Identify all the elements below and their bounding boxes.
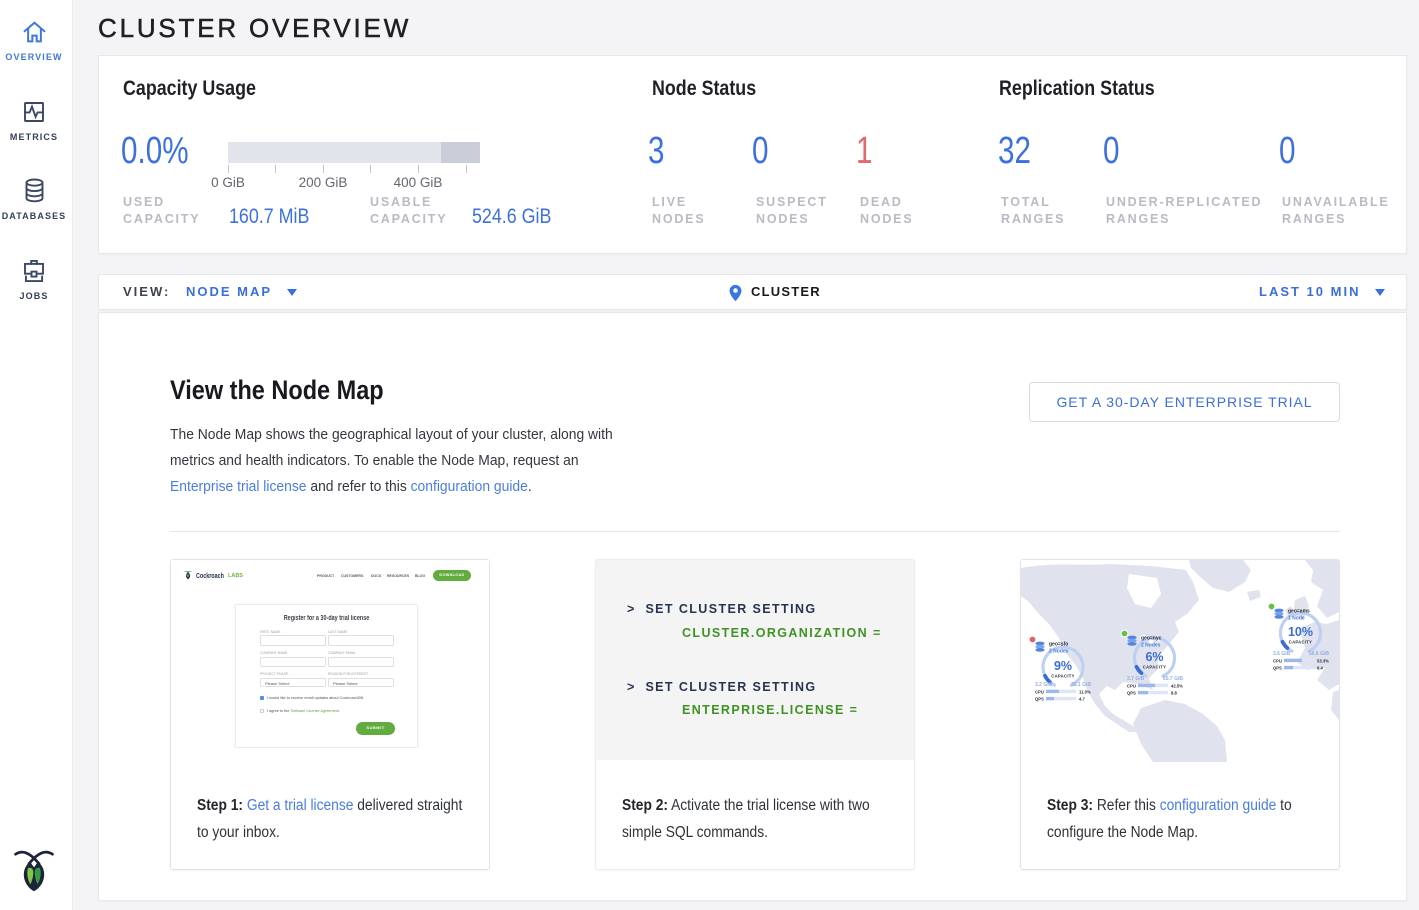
svg-text:6%: 6%: [1145, 650, 1163, 664]
svg-text:3.7 GiB: 3.7 GiB: [1127, 676, 1145, 682]
svg-text:6.4: 6.4: [1317, 666, 1323, 671]
svg-text:53.3%: 53.3%: [1317, 659, 1329, 664]
svg-text:9%: 9%: [1054, 659, 1072, 673]
svg-text:3.6 GiB: 3.6 GiB: [1273, 651, 1291, 657]
svg-text:QPS: QPS: [1035, 697, 1044, 702]
svg-text:geo=sfo: geo=sfo: [1049, 642, 1068, 648]
svg-text:CAPACITY: CAPACITY: [1289, 640, 1313, 645]
svg-text:2 Nodes: 2 Nodes: [1049, 649, 1069, 655]
svg-text:10%: 10%: [1288, 625, 1313, 639]
svg-text:CPU: CPU: [1273, 659, 1282, 664]
svg-text:8.8: 8.8: [1171, 691, 1177, 696]
svg-text:CAPACITY: CAPACITY: [1143, 665, 1167, 670]
svg-text:11.0%: 11.0%: [1079, 690, 1091, 695]
svg-text:35.1 GiB: 35.1 GiB: [1071, 682, 1091, 688]
svg-text:3.2 GiB: 3.2 GiB: [1035, 682, 1053, 688]
svg-text:CAPACITY: CAPACITY: [1051, 674, 1075, 679]
svg-text:geo=ams: geo=ams: [1288, 609, 1310, 615]
svg-text:56.6 GiB: 56.6 GiB: [1309, 651, 1329, 657]
svg-text:42.5%: 42.5%: [1171, 684, 1183, 689]
svg-text:geo=nyc: geo=nyc: [1141, 636, 1162, 642]
svg-text:CPU: CPU: [1127, 684, 1136, 689]
svg-text:QPS: QPS: [1273, 666, 1282, 671]
svg-text:CPU: CPU: [1035, 690, 1044, 695]
svg-text:2 Nodes: 2 Nodes: [1141, 643, 1161, 649]
svg-text:4.7: 4.7: [1079, 697, 1085, 702]
svg-text:65.7 GiB: 65.7 GiB: [1163, 676, 1183, 682]
svg-text:1 Node: 1 Node: [1288, 616, 1305, 622]
svg-text:QPS: QPS: [1127, 691, 1136, 696]
